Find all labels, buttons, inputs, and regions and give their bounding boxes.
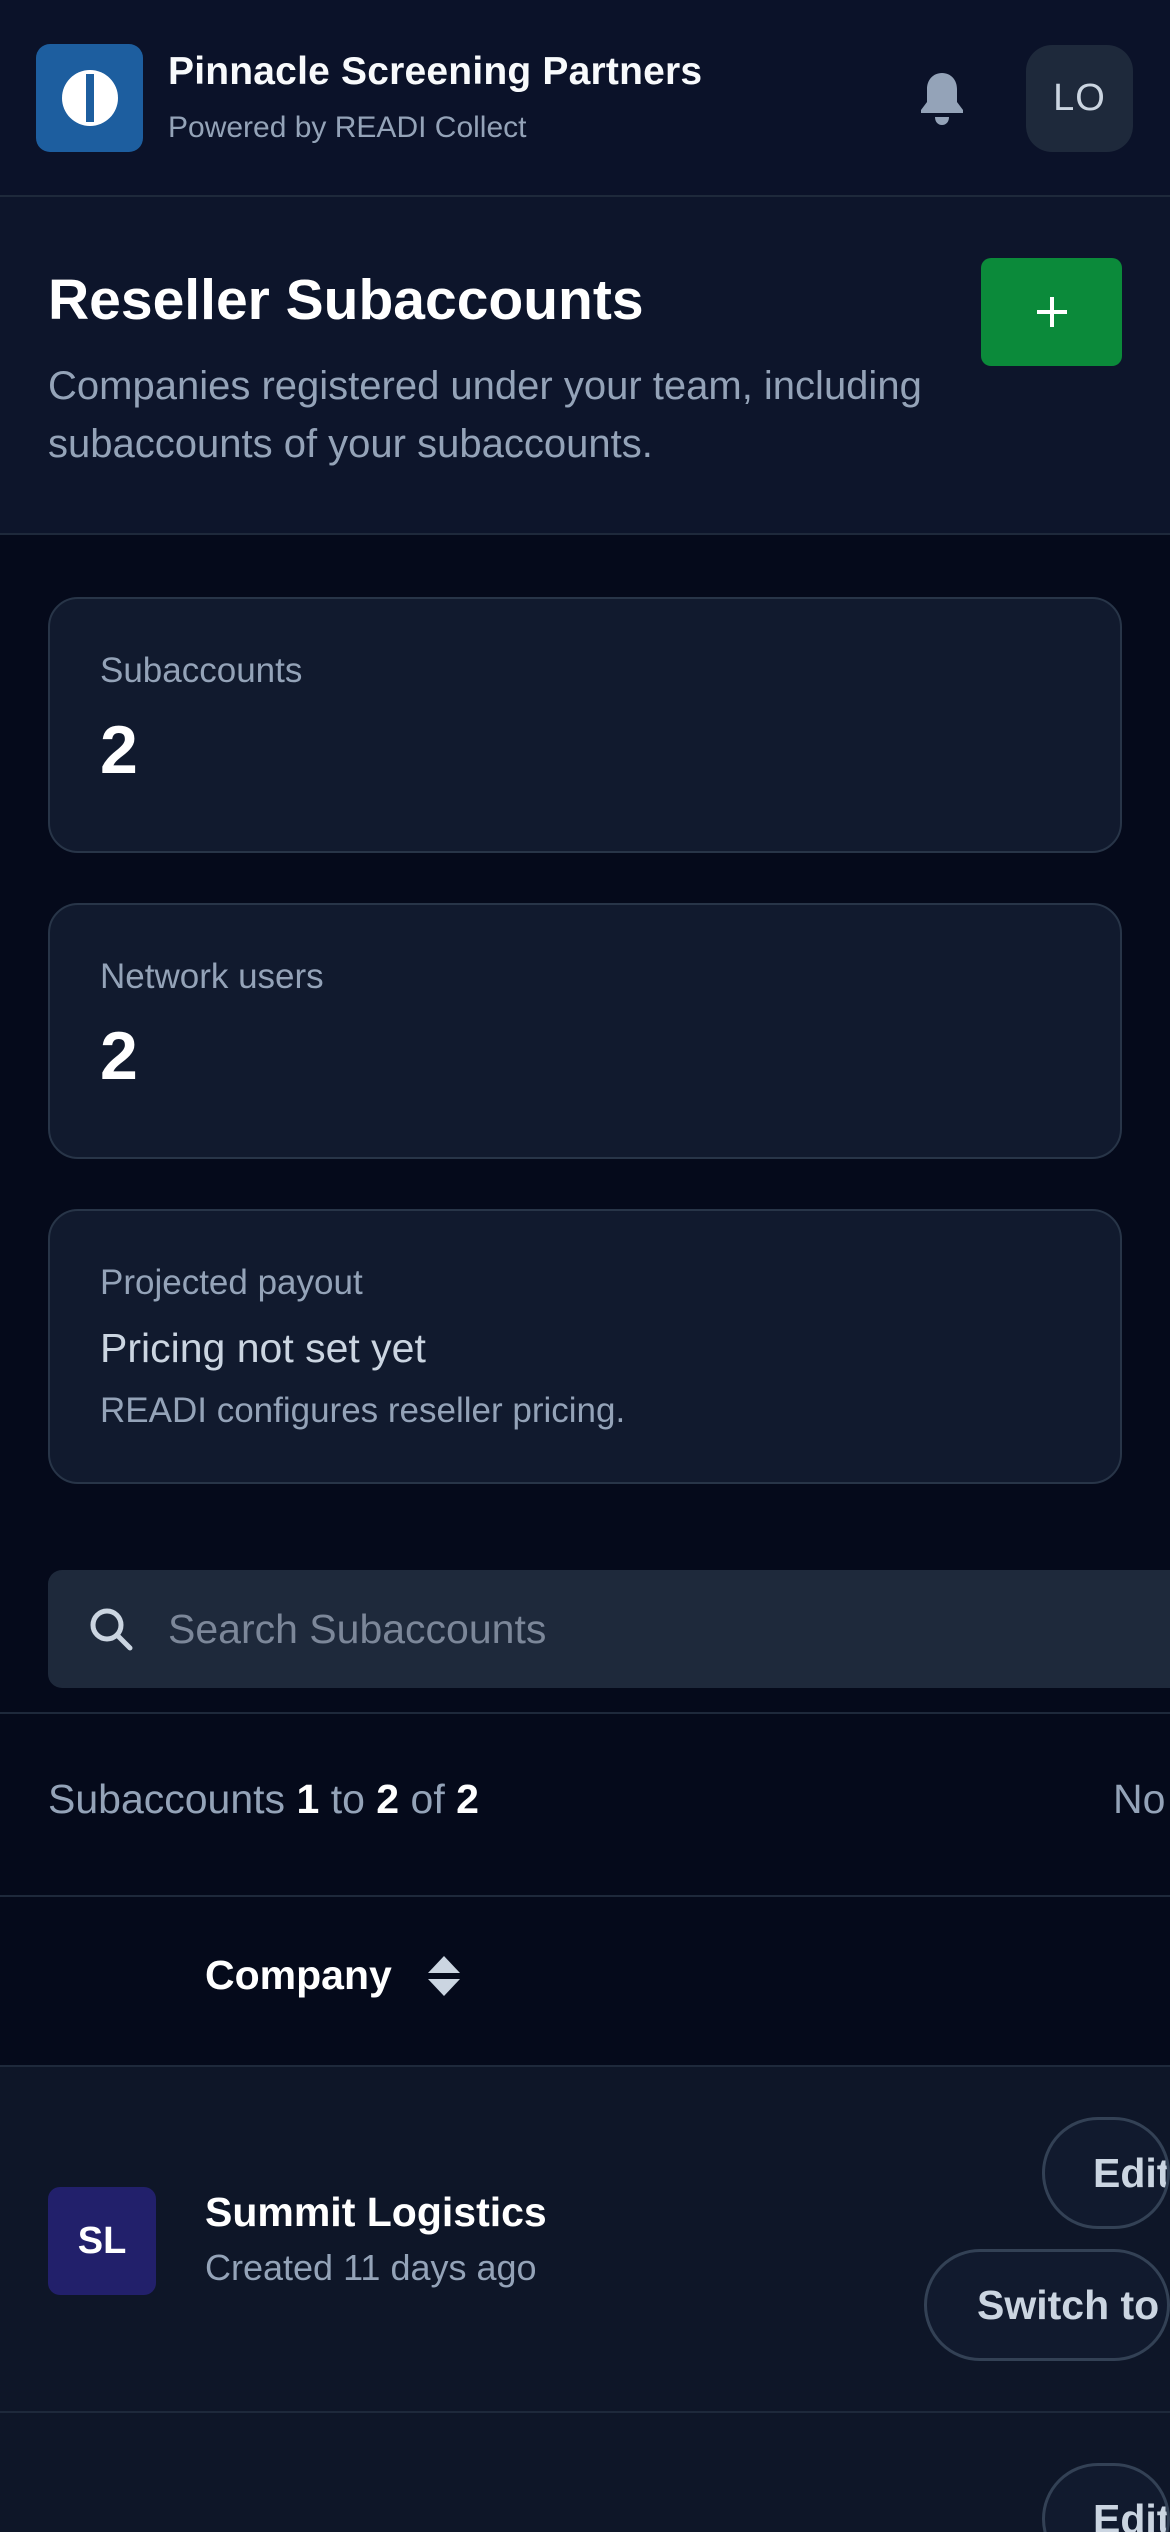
app-header: Pinnacle Screening Partners Powered by R… [0, 0, 1170, 197]
payout-status: Pricing not set yet [100, 1325, 426, 1371]
company-name[interactable]: Summit Logistics [205, 2189, 547, 2236]
edit-button[interactable]: Edit [1042, 2117, 1170, 2229]
search-input[interactable] [168, 1570, 1168, 1688]
stat-label: Network users [100, 957, 324, 996]
page-header: Reseller Subaccounts Companies registere… [0, 197, 1170, 535]
app-screen: Pinnacle Screening Partners Powered by R… [0, 0, 1170, 2532]
pagination-text: Subaccounts 1 to 2 of 2 [48, 1776, 479, 1823]
stat-label: Subaccounts [100, 651, 303, 690]
network-users-stat-card: Network users 2 [48, 903, 1122, 1159]
stat-label: Projected payout [100, 1263, 363, 1302]
company-created: Created 11 days ago [205, 2247, 537, 2288]
pagination-total: 2 [456, 1776, 479, 1822]
company-avatar: SL [48, 2187, 156, 2295]
projected-payout-card: Projected payout Pricing not set yet REA… [48, 1209, 1122, 1484]
subaccounts-stat-card: Subaccounts 2 [48, 597, 1122, 853]
stat-value: 2 [100, 712, 138, 788]
table-header: Company [0, 1897, 1170, 2067]
bell-icon[interactable] [914, 68, 970, 128]
switch-to-button[interactable]: Switch to [924, 2249, 1170, 2361]
pagination-prefix: Subaccounts [48, 1776, 286, 1822]
edit-button[interactable]: Edit [1042, 2463, 1170, 2532]
sort-icon[interactable] [426, 1954, 462, 1998]
pagination-from: 1 [296, 1776, 320, 1822]
pagination-right-text: No [1113, 1776, 1166, 1822]
plus-icon [1036, 297, 1067, 327]
search-bar [48, 1570, 1170, 1688]
pagination-of-word: of [410, 1776, 445, 1822]
brand-name: Pinnacle Screening Partners [168, 50, 703, 93]
column-header-company[interactable]: Company [205, 1952, 462, 1999]
brand-subtitle: Powered by READI Collect [168, 111, 527, 144]
table-row[interactable]: SL Summit Logistics Created 11 days ago … [0, 2067, 1170, 2413]
search-icon [90, 1608, 133, 1651]
page-title: Reseller Subaccounts [48, 268, 644, 332]
pagination-to-word: to [330, 1776, 365, 1822]
page-description: Companies registered under your team, in… [48, 364, 922, 466]
user-avatar[interactable]: LO [1026, 45, 1133, 152]
table-row[interactable]: Edit [0, 2413, 1170, 2532]
pagination-summary: Subaccounts 1 to 2 of 2 No [0, 1712, 1170, 1897]
pagination-to: 2 [376, 1776, 400, 1822]
brand-logo-icon[interactable] [36, 44, 143, 152]
stat-value: 2 [100, 1018, 138, 1094]
add-subaccount-button[interactable] [981, 258, 1122, 366]
column-label: Company [205, 1952, 392, 1998]
payout-note: READI configures reseller pricing. [100, 1391, 626, 1430]
